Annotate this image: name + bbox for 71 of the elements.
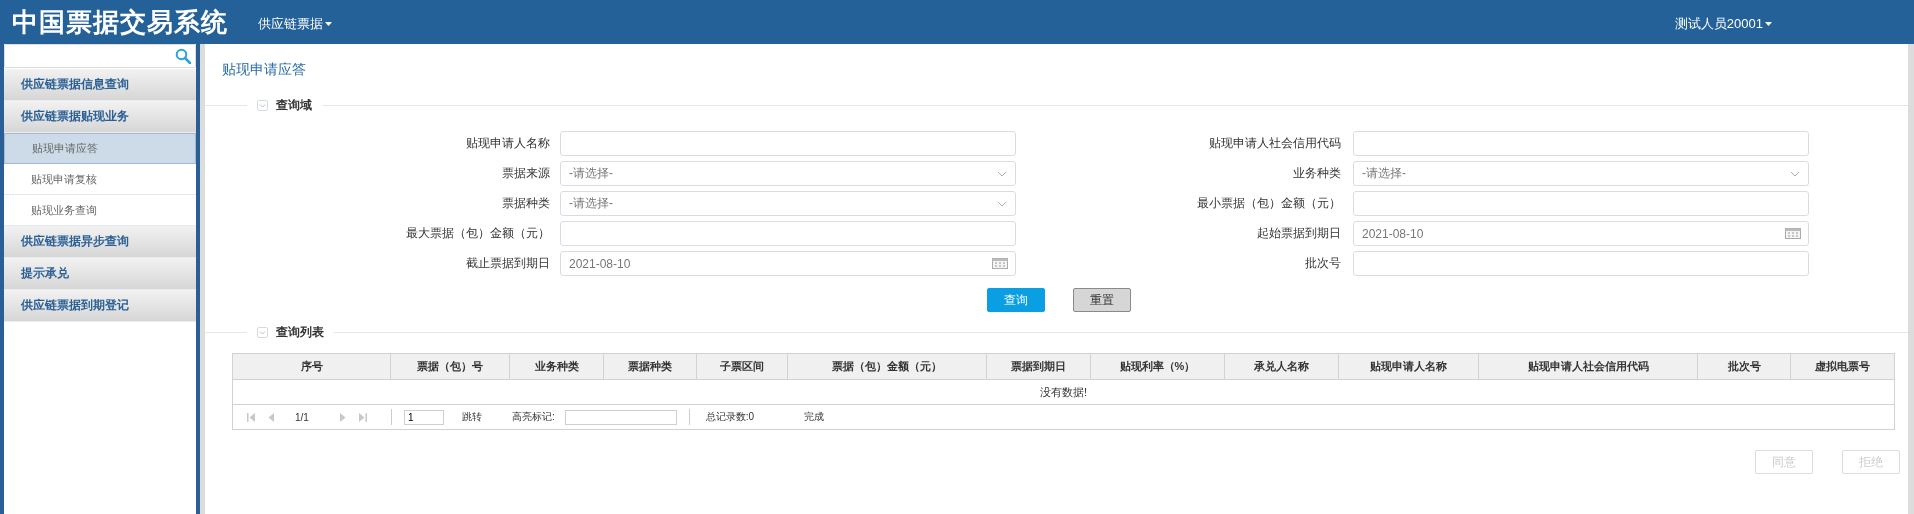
field-label: 最大票据（包）金额（元） bbox=[405, 225, 551, 242]
column-header: 票据（包）金额（元） bbox=[787, 353, 987, 380]
last-page-icon[interactable] bbox=[358, 412, 367, 422]
column-header: 贴现申请人名称 bbox=[1338, 353, 1479, 380]
search-icon[interactable] bbox=[175, 48, 191, 64]
calendar-icon[interactable] bbox=[992, 258, 1008, 269]
field-label: 最小票据（包）金额（元） bbox=[1196, 195, 1342, 212]
app-title: 中国票据交易系统 bbox=[12, 5, 228, 39]
highlight-label: 高亮标记: bbox=[511, 410, 555, 424]
nav-group[interactable]: 供应链票据信息查询 bbox=[4, 69, 196, 101]
reset-button[interactable]: 重置 bbox=[1073, 288, 1131, 312]
input-field[interactable] bbox=[560, 131, 1016, 156]
field-label: 业务种类 bbox=[1292, 165, 1342, 182]
column-header: 贴现利率（%） bbox=[1090, 353, 1225, 380]
user-menu[interactable]: 测试人员20001 bbox=[1674, 15, 1772, 33]
first-page-icon[interactable] bbox=[247, 412, 255, 422]
status-text: 完成 bbox=[804, 410, 825, 424]
section-title: 查询域 bbox=[276, 96, 312, 114]
column-header: 子票区间 bbox=[696, 353, 788, 380]
highlight-input[interactable] bbox=[564, 409, 677, 425]
field-label: 贴现申请人名称 bbox=[465, 135, 551, 152]
page-title: 贴现申请应答 bbox=[222, 61, 306, 79]
chevron-icon bbox=[997, 200, 1007, 207]
section-title: 查询列表 bbox=[276, 323, 324, 341]
nav-group[interactable]: 供应链票据异步查询 bbox=[4, 226, 196, 258]
date-field[interactable]: 2021-08-10 bbox=[560, 251, 1016, 276]
record-count: 总记录数:0 bbox=[705, 410, 755, 424]
column-header: 承兑人名称 bbox=[1224, 353, 1339, 380]
column-header: 贴现申请人社会信用代码 bbox=[1478, 353, 1698, 380]
column-header: 批次号 bbox=[1697, 353, 1791, 380]
field-label: 截止票据到期日 bbox=[465, 255, 551, 272]
caret-icon bbox=[1765, 22, 1772, 26]
query-button[interactable]: 查询 bbox=[987, 288, 1045, 312]
field-label: 票据来源 bbox=[501, 165, 551, 182]
column-header: 票据种类 bbox=[603, 353, 697, 380]
nav-item[interactable]: 贴现申请应答 bbox=[4, 133, 196, 164]
nav-group[interactable]: 提示承兑 bbox=[4, 258, 196, 290]
page-indicator: 1/1 bbox=[295, 411, 309, 423]
column-header: 票据（包）号 bbox=[390, 353, 510, 380]
input-field[interactable] bbox=[560, 221, 1016, 246]
field-label: 票据种类 bbox=[501, 195, 551, 212]
select-field[interactable]: -请选择- bbox=[560, 161, 1016, 186]
select-field[interactable]: -请选择- bbox=[1353, 161, 1809, 186]
empty-message: 没有数据! bbox=[1039, 385, 1088, 398]
input-field[interactable] bbox=[1353, 191, 1809, 216]
input-field[interactable] bbox=[1353, 251, 1809, 276]
column-header: 票据到期日 bbox=[986, 353, 1091, 380]
search-field[interactable] bbox=[4, 44, 196, 68]
input-field[interactable] bbox=[1353, 131, 1809, 156]
chevron-icon bbox=[1790, 170, 1800, 177]
collapse-icon[interactable] bbox=[257, 99, 268, 111]
nav-group[interactable]: 供应链票据到期登记 bbox=[4, 290, 196, 322]
nav-group[interactable]: 供应链票据贴现业务 bbox=[4, 101, 196, 133]
column-header: 业务种类 bbox=[509, 353, 604, 380]
previous-page-icon[interactable] bbox=[267, 412, 275, 422]
module-menu[interactable]: 供应链票据 bbox=[258, 15, 332, 33]
field-label: 起始票据到期日 bbox=[1256, 225, 1342, 242]
field-label: 批次号 bbox=[1304, 255, 1342, 272]
collapse-icon[interactable] bbox=[257, 326, 268, 338]
page-input[interactable]: 1 bbox=[403, 409, 444, 425]
chevron-icon bbox=[997, 170, 1007, 177]
field-label: 贴现申请人社会信用代码 bbox=[1208, 135, 1342, 152]
column-header: 序号 bbox=[232, 353, 391, 380]
date-field[interactable]: 2021-08-10 bbox=[1353, 221, 1809, 246]
nav-item[interactable]: 贴现申请复核 bbox=[4, 164, 196, 195]
calendar-icon[interactable] bbox=[1785, 228, 1801, 239]
select-field[interactable]: -请选择- bbox=[560, 191, 1016, 216]
next-page-icon[interactable] bbox=[338, 412, 347, 422]
jump-link[interactable]: 跳转 bbox=[461, 410, 482, 424]
column-header: 虚拟电票号 bbox=[1790, 353, 1895, 380]
caret-icon bbox=[325, 22, 332, 26]
